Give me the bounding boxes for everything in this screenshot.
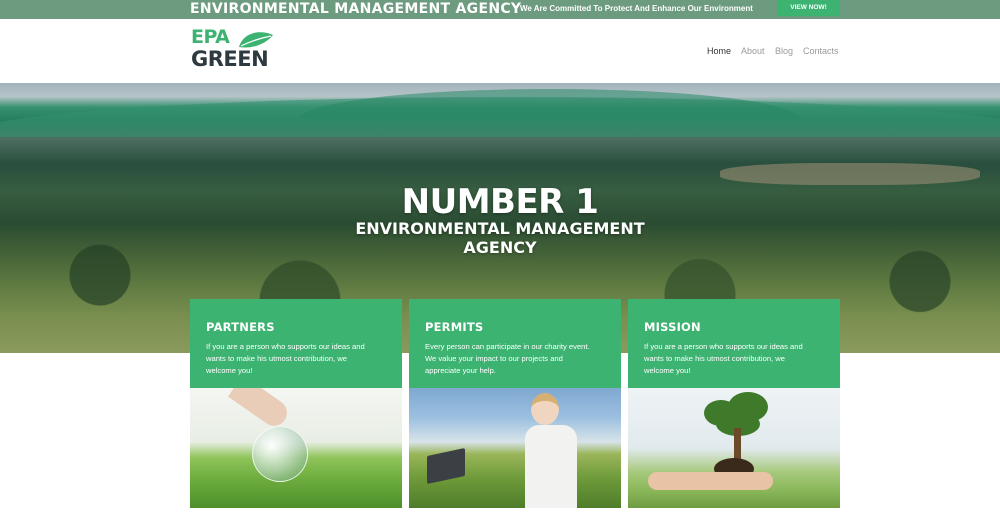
logo-text-epa: EPA	[191, 26, 230, 48]
card-description-line: wants to make his utmost contribution, w…	[644, 354, 785, 363]
woman-body	[525, 425, 577, 508]
nav-home[interactable]: Home	[707, 46, 731, 56]
card-header: PARTNERS If you are a person who support…	[190, 299, 402, 388]
card-partners[interactable]: PARTNERS If you are a person who support…	[190, 299, 402, 508]
card-description-line: If you are a person who supports our ide…	[644, 342, 803, 351]
card-image-woman	[409, 388, 621, 508]
nav-about[interactable]: About	[741, 46, 765, 56]
logo[interactable]: EPA GREEN	[191, 27, 281, 73]
hero-subheading: ENVIRONMENTAL MANAGEMENT AGENCY	[0, 219, 1000, 257]
card-image-globe	[190, 388, 402, 508]
view-now-button[interactable]: VIEW NOW!	[777, 0, 840, 16]
site-header: EPA GREEN Home About Blog Contacts	[0, 19, 1000, 83]
hero-subheading-line: ENVIRONMENTAL MANAGEMENT	[355, 219, 645, 238]
card-title: PERMITS	[425, 320, 484, 334]
card-title: PARTNERS	[206, 320, 275, 334]
card-title: MISSION	[644, 320, 701, 334]
card-header: MISSION If you are a person who supports…	[628, 299, 840, 388]
laptop-illustration	[427, 447, 465, 485]
nav-blog[interactable]: Blog	[775, 46, 793, 56]
woman-head	[531, 393, 559, 425]
globe-illustration	[252, 426, 308, 482]
card-description: If you are a person who supports our ide…	[644, 341, 824, 377]
card-description-line: welcome you!	[644, 366, 691, 375]
hero-heading: NUMBER 1	[401, 182, 599, 222]
hero-subheading-line: AGENCY	[463, 238, 537, 257]
card-description-line: If you are a person who supports our ide…	[206, 342, 365, 351]
leaf-icon	[239, 32, 273, 48]
agency-name: ENVIRONMENTAL MANAGEMENT AGENCY	[190, 1, 522, 17]
card-description: Every person can participate in our char…	[425, 341, 605, 377]
tree-illustration	[696, 392, 776, 476]
top-bar: ENVIRONMENTAL MANAGEMENT AGENCY We Are C…	[0, 0, 1000, 19]
woman-illustration	[519, 391, 581, 508]
card-description-line: appreciate your help.	[425, 366, 496, 375]
card-description-line: wants to make his utmost contribution, w…	[206, 354, 347, 363]
card-description-line: welcome you!	[206, 366, 253, 375]
hand-illustration	[648, 472, 773, 490]
card-mission[interactable]: MISSION If you are a person who supports…	[628, 299, 840, 508]
logo-text-green: GREEN	[191, 47, 269, 71]
card-description-line: We value your impact to our projects and	[425, 354, 563, 363]
card-header: PERMITS Every person can participate in …	[409, 299, 621, 388]
tagline: We Are Committed To Protect And Enhance …	[520, 4, 753, 13]
card-description-line: Every person can participate in our char…	[425, 342, 590, 351]
card-image-sapling	[628, 388, 840, 508]
nav-contacts[interactable]: Contacts	[803, 46, 839, 56]
finger-illustration	[227, 388, 293, 431]
card-description: If you are a person who supports our ide…	[206, 341, 386, 377]
card-permits[interactable]: PERMITS Every person can participate in …	[409, 299, 621, 508]
